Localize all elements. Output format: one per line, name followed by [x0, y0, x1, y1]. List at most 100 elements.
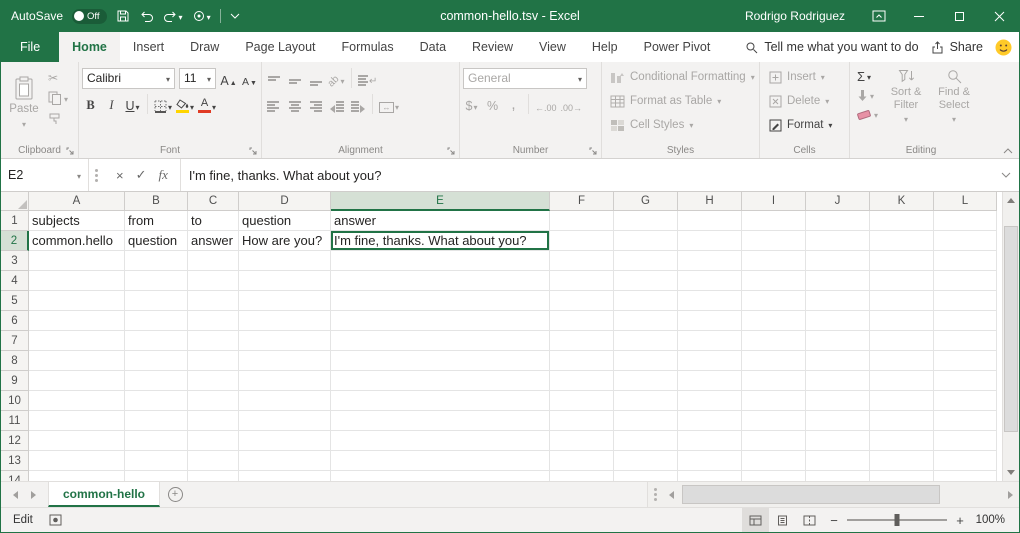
formula-bar-divider-dots[interactable]: [95, 174, 98, 177]
cell-I12[interactable]: [742, 431, 806, 451]
cell-D14[interactable]: [239, 471, 331, 481]
cell-D8[interactable]: [239, 351, 331, 371]
cell-C7[interactable]: [188, 331, 239, 351]
tell-me-box[interactable]: Tell me what you want to do: [745, 32, 918, 62]
cell-I2[interactable]: [742, 231, 806, 251]
wrap-text-button[interactable]: ↵: [358, 68, 377, 88]
cell-A1[interactable]: subjects: [29, 211, 125, 231]
cell-E14[interactable]: [331, 471, 550, 481]
cell-D7[interactable]: [239, 331, 331, 351]
cell-C14[interactable]: [188, 471, 239, 481]
cell-B6[interactable]: [125, 311, 188, 331]
cell-D3[interactable]: [239, 251, 331, 271]
cell-K13[interactable]: [870, 451, 934, 471]
cell-G8[interactable]: [614, 351, 678, 371]
row-header-10[interactable]: 10: [1, 391, 29, 411]
cell-G3[interactable]: [614, 251, 678, 271]
cell-K2[interactable]: [870, 231, 934, 251]
cell-D4[interactable]: [239, 271, 331, 291]
cell-H10[interactable]: [678, 391, 742, 411]
copy-button[interactable]: [46, 90, 70, 106]
cell-J10[interactable]: [806, 391, 870, 411]
cell-A9[interactable]: [29, 371, 125, 391]
cell-J13[interactable]: [806, 451, 870, 471]
formula-input[interactable]: I'm fine, thanks. What about you?: [181, 159, 993, 191]
vertical-scroll-thumb[interactable]: [1004, 226, 1018, 432]
row-header-4[interactable]: 4: [1, 271, 29, 291]
number-dialog-launcher[interactable]: [589, 147, 598, 156]
cell-B4[interactable]: [125, 271, 188, 291]
customize-qat-button[interactable]: [230, 13, 240, 19]
cell-I5[interactable]: [742, 291, 806, 311]
close-button[interactable]: [979, 0, 1019, 32]
number-format-combo[interactable]: General: [463, 68, 587, 89]
cell-E13[interactable]: [331, 451, 550, 471]
cell-D11[interactable]: [239, 411, 331, 431]
tab-file[interactable]: File: [1, 32, 59, 62]
cell-H6[interactable]: [678, 311, 742, 331]
cell-H7[interactable]: [678, 331, 742, 351]
cell-A14[interactable]: [29, 471, 125, 481]
row-header-9[interactable]: 9: [1, 371, 29, 391]
cell-H13[interactable]: [678, 451, 742, 471]
cell-E3[interactable]: [331, 251, 550, 271]
cell-I4[interactable]: [742, 271, 806, 291]
cell-L9[interactable]: [934, 371, 997, 391]
cell-I3[interactable]: [742, 251, 806, 271]
cell-H3[interactable]: [678, 251, 742, 271]
cell-E10[interactable]: [331, 391, 550, 411]
cell-E6[interactable]: [331, 311, 550, 331]
cell-A7[interactable]: [29, 331, 125, 351]
column-header-H[interactable]: H: [678, 192, 742, 211]
new-sheet-button[interactable]: +: [160, 482, 190, 507]
middle-align-button[interactable]: [286, 68, 303, 88]
cell-H12[interactable]: [678, 431, 742, 451]
format-painter-button[interactable]: [46, 110, 70, 126]
orientation-button[interactable]: ab: [328, 68, 345, 88]
cell-K5[interactable]: [870, 291, 934, 311]
undo-button[interactable]: [139, 10, 154, 23]
cell-I11[interactable]: [742, 411, 806, 431]
cell-A3[interactable]: [29, 251, 125, 271]
insert-function-button[interactable]: fx: [159, 167, 168, 183]
cell-F2[interactable]: [550, 231, 614, 251]
cell-C3[interactable]: [188, 251, 239, 271]
vertical-scrollbar[interactable]: [1002, 192, 1019, 481]
column-header-E[interactable]: E: [331, 192, 550, 211]
cell-G5[interactable]: [614, 291, 678, 311]
cell-H11[interactable]: [678, 411, 742, 431]
cell-J4[interactable]: [806, 271, 870, 291]
cell-G12[interactable]: [614, 431, 678, 451]
cell-B11[interactable]: [125, 411, 188, 431]
horizontal-scrollbar[interactable]: [647, 482, 1019, 507]
cell-L3[interactable]: [934, 251, 997, 271]
select-all-button[interactable]: [1, 192, 29, 211]
previous-sheet-button[interactable]: [13, 491, 18, 499]
grow-font-button[interactable]: A▲: [220, 68, 237, 88]
cell-D2[interactable]: How are you?: [239, 231, 331, 251]
enter-button[interactable]: ✓: [136, 167, 147, 183]
column-header-G[interactable]: G: [614, 192, 678, 211]
cell-H8[interactable]: [678, 351, 742, 371]
row-header-5[interactable]: 5: [1, 291, 29, 311]
cell-K4[interactable]: [870, 271, 934, 291]
increase-indent-button[interactable]: [349, 94, 366, 114]
cell-B12[interactable]: [125, 431, 188, 451]
cell-J14[interactable]: [806, 471, 870, 481]
vertical-scroll-track[interactable]: [1003, 208, 1019, 465]
cell-I9[interactable]: [742, 371, 806, 391]
cell-E12[interactable]: [331, 431, 550, 451]
cell-A11[interactable]: [29, 411, 125, 431]
cell-J2[interactable]: [806, 231, 870, 251]
cell-D13[interactable]: [239, 451, 331, 471]
cell-L2[interactable]: [934, 231, 997, 251]
cell-J7[interactable]: [806, 331, 870, 351]
cell-G7[interactable]: [614, 331, 678, 351]
cell-F9[interactable]: [550, 371, 614, 391]
tab-view[interactable]: View: [526, 32, 579, 62]
cell-E7[interactable]: [331, 331, 550, 351]
cell-E2[interactable]: I'm fine, thanks. What about you?: [331, 231, 550, 251]
cell-J3[interactable]: [806, 251, 870, 271]
cell-K12[interactable]: [870, 431, 934, 451]
feedback-button[interactable]: [995, 32, 1020, 62]
